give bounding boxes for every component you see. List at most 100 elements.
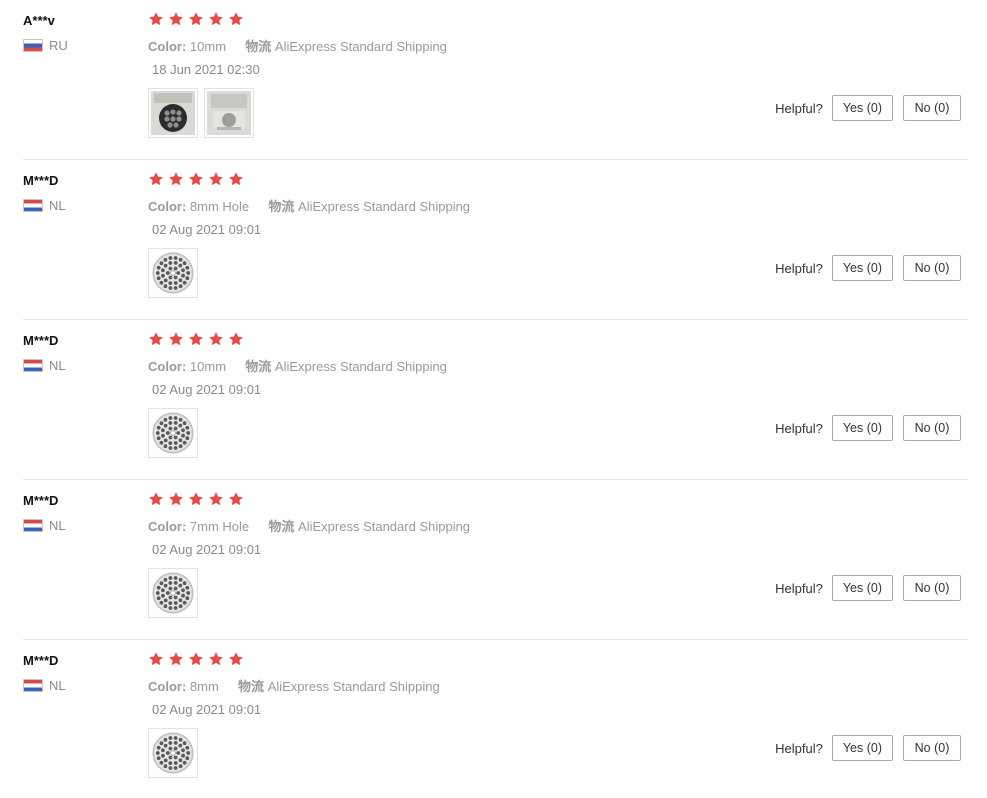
reviewer-name: A***v xyxy=(23,13,55,28)
color-value: 10mm xyxy=(189,359,227,374)
review-photo-thumbnail[interactable] xyxy=(148,88,198,138)
photo-grinder-plate-icon xyxy=(151,571,195,615)
helpful-yes-button[interactable]: Yes (0) xyxy=(831,575,893,601)
helpful-yes-button[interactable]: Yes (0) xyxy=(831,415,893,441)
helpful-label: Helpful? xyxy=(775,260,823,276)
color-value: 8mm Hole xyxy=(189,199,250,214)
star-icon xyxy=(188,491,207,509)
color-value: 7mm Hole xyxy=(189,519,250,534)
star-rating xyxy=(148,491,247,509)
color-label: Color: xyxy=(148,199,187,214)
star-icon xyxy=(148,491,167,509)
review-photo-thumbnail[interactable] xyxy=(148,568,198,618)
nl-flag-icon xyxy=(23,679,43,692)
nl-flag-icon xyxy=(23,199,43,212)
star-icon xyxy=(168,11,187,29)
star-rating xyxy=(148,331,247,349)
color-label: Color: xyxy=(148,519,187,534)
star-icon xyxy=(208,11,227,29)
helpful-no-button[interactable]: No (0) xyxy=(903,255,961,281)
color-value: 10mm xyxy=(189,39,227,54)
helpful-yes-button[interactable]: Yes (0) xyxy=(831,735,893,761)
shipping-label: 物流 xyxy=(238,679,265,694)
reviewer-name: M***D xyxy=(23,493,59,508)
star-icon xyxy=(228,651,247,669)
shipping-value: AliExpress Standard Shipping xyxy=(274,39,447,54)
star-icon xyxy=(168,171,187,189)
shipping-value: AliExpress Standard Shipping xyxy=(298,519,471,534)
review-date: 02 Aug 2021 09:01 xyxy=(152,702,262,717)
helpful-no-button[interactable]: No (0) xyxy=(903,95,961,121)
reviewer-country: RU xyxy=(23,38,68,53)
star-icon xyxy=(148,171,167,189)
review-photo-thumbnail[interactable] xyxy=(204,88,254,138)
review-meta: Color: 8mm Hole 物流 AliExpress Standard S… xyxy=(148,196,470,215)
country-code: RU xyxy=(49,38,68,53)
photo-grinder-plate-icon xyxy=(151,411,195,455)
review-meta: Color: 7mm Hole 物流 AliExpress Standard S… xyxy=(148,516,470,535)
photo-grinder-plate-icon xyxy=(151,731,195,775)
review-photos xyxy=(148,408,198,458)
star-icon xyxy=(148,331,167,349)
star-icon xyxy=(168,331,187,349)
shipping-label: 物流 xyxy=(268,519,295,534)
star-icon xyxy=(228,171,247,189)
helpful-no-button[interactable]: No (0) xyxy=(903,415,961,441)
helpful-section: Helpful? Yes (0) No (0) xyxy=(775,255,961,281)
star-icon xyxy=(188,171,207,189)
review-item: M***D NL Color: 8mm 物流 AliExpress Standa… xyxy=(23,640,968,798)
color-label: Color: xyxy=(148,39,187,54)
review-date: 02 Aug 2021 09:01 xyxy=(152,222,262,237)
country-code: NL xyxy=(49,358,66,373)
reviewer-country: NL xyxy=(23,198,66,213)
star-icon xyxy=(168,651,187,669)
helpful-section: Helpful? Yes (0) No (0) xyxy=(775,415,961,441)
reviewer-name: M***D xyxy=(23,333,59,348)
review-item: M***D NL Color: 10mm 物流 AliExpress Stand… xyxy=(23,320,968,480)
helpful-section: Helpful? Yes (0) No (0) xyxy=(775,95,961,121)
country-code: NL xyxy=(49,518,66,533)
star-icon xyxy=(228,491,247,509)
review-item: M***D NL Color: 8mm Hole 物流 AliExpress S… xyxy=(23,160,968,320)
shipping-label: 物流 xyxy=(268,199,295,214)
star-icon xyxy=(188,11,207,29)
review-photos xyxy=(148,568,198,618)
review-list: A***v RU Color: 10mm 物流 AliExpress Stand… xyxy=(0,0,987,798)
star-icon xyxy=(168,491,187,509)
review-photo-thumbnail[interactable] xyxy=(148,728,198,778)
star-icon xyxy=(148,651,167,669)
star-icon xyxy=(188,651,207,669)
helpful-yes-button[interactable]: Yes (0) xyxy=(831,95,893,121)
reviewer-name: M***D xyxy=(23,653,59,668)
reviewer-name: M***D xyxy=(23,173,59,188)
review-item: M***D NL Color: 7mm Hole 物流 AliExpress S… xyxy=(23,480,968,640)
helpful-label: Helpful? xyxy=(775,740,823,756)
review-photo-thumbnail[interactable] xyxy=(148,408,198,458)
reviewer-country: NL xyxy=(23,358,66,373)
review-meta: Color: 10mm 物流 AliExpress Standard Shipp… xyxy=(148,356,447,375)
shipping-label: 物流 xyxy=(245,359,272,374)
helpful-no-button[interactable]: No (0) xyxy=(903,735,961,761)
review-date: 18 Jun 2021 02:30 xyxy=(152,62,260,77)
shipping-value: AliExpress Standard Shipping xyxy=(298,199,471,214)
helpful-yes-button[interactable]: Yes (0) xyxy=(831,255,893,281)
photo-grinder-plate-packaged-icon xyxy=(207,91,251,135)
reviewer-country: NL xyxy=(23,518,66,533)
helpful-section: Helpful? Yes (0) No (0) xyxy=(775,575,961,601)
helpful-section: Helpful? Yes (0) No (0) xyxy=(775,735,961,761)
review-meta: Color: 8mm 物流 AliExpress Standard Shippi… xyxy=(148,676,440,695)
star-rating xyxy=(148,651,247,669)
helpful-label: Helpful? xyxy=(775,580,823,596)
star-icon xyxy=(208,491,227,509)
helpful-no-button[interactable]: No (0) xyxy=(903,575,961,601)
star-rating xyxy=(148,11,247,29)
review-photos xyxy=(148,88,254,138)
review-photo-thumbnail[interactable] xyxy=(148,248,198,298)
color-label: Color: xyxy=(148,679,187,694)
review-photos xyxy=(148,728,198,778)
star-icon xyxy=(148,11,167,29)
country-code: NL xyxy=(49,198,66,213)
photo-grinder-plate-icon xyxy=(151,251,195,295)
nl-flag-icon xyxy=(23,519,43,532)
reviewer-country: NL xyxy=(23,678,66,693)
